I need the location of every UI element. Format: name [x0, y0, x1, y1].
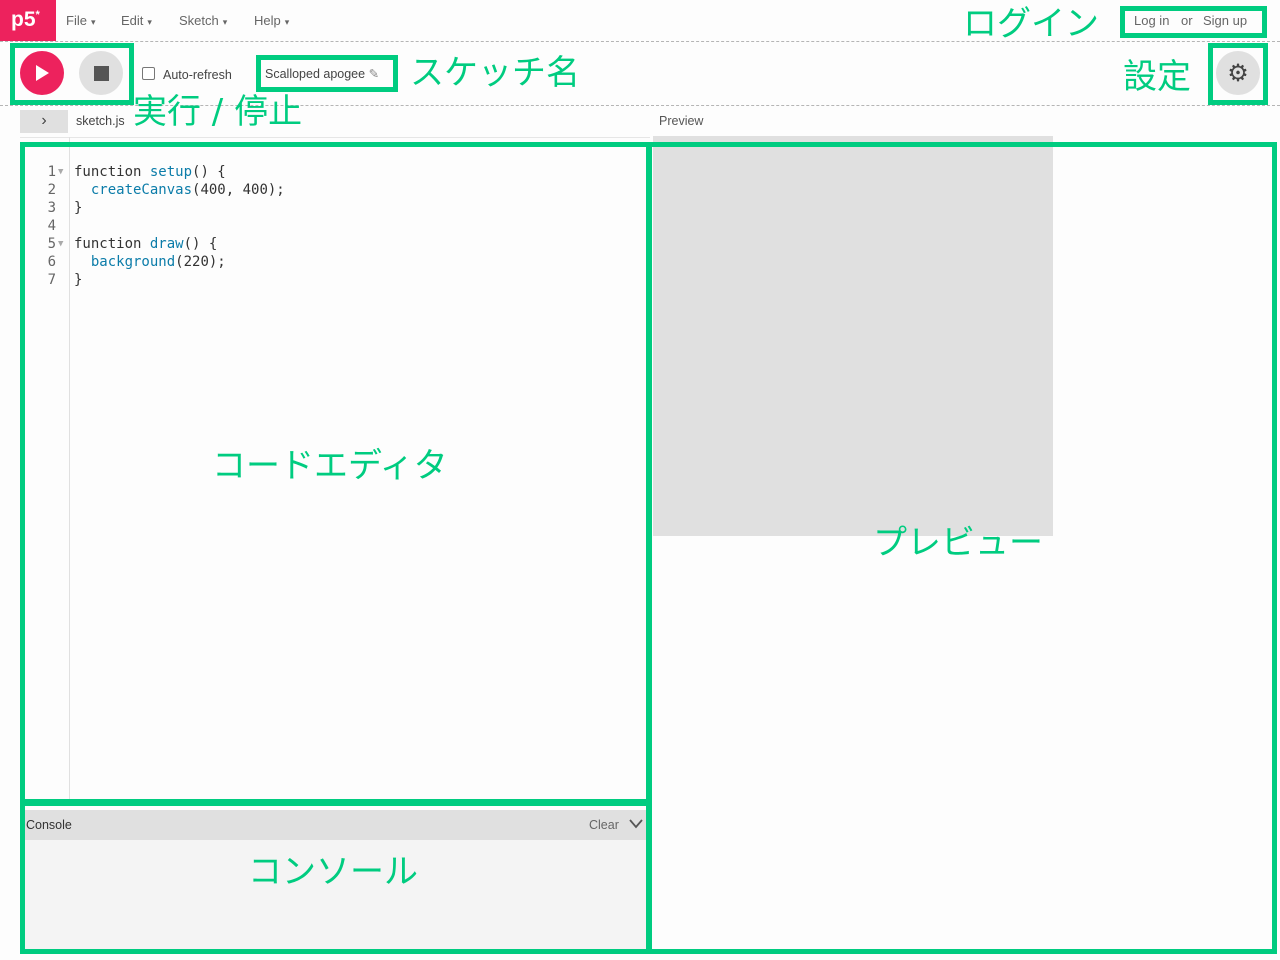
annotation-sketch-name: スケッチ名	[410, 53, 580, 93]
logo-text: p5	[11, 8, 36, 31]
menu-label: File	[66, 13, 87, 28]
menu-sketch[interactable]: Sketch ▾	[179, 13, 227, 28]
caret-down-icon: ▾	[147, 17, 152, 27]
annotation-login: ログイン	[963, 4, 1099, 44]
menu-edit[interactable]: Edit ▾	[121, 13, 152, 28]
annotation-box-sketch-name	[256, 55, 398, 92]
annotation-editor: コードエディタ	[212, 446, 448, 486]
sidebar-toggle[interactable]: ›	[20, 110, 68, 133]
tab-sketch-js[interactable]: sketch.js	[76, 114, 125, 128]
menu-help[interactable]: Help ▾	[254, 13, 289, 28]
annotation-preview: プレビュー	[873, 523, 1043, 563]
caret-down-icon: ▾	[222, 17, 228, 27]
menu-label: Edit	[121, 13, 144, 28]
p5-logo[interactable]: p5*	[0, 0, 56, 41]
annotation-box-settings	[1208, 43, 1268, 105]
auto-refresh-label: Auto-refresh	[163, 68, 232, 82]
caret-down-icon: ▾	[90, 17, 96, 27]
annotation-box-run-stop	[10, 43, 134, 105]
caret-down-icon: ▾	[284, 17, 290, 27]
annotation-run-stop: 実行 / 停止	[133, 92, 303, 132]
menu-label: Help	[254, 13, 281, 28]
preview-label: Preview	[659, 114, 704, 128]
logo-mark: *	[35, 9, 40, 21]
menu-label: Sketch	[179, 13, 219, 28]
annotation-console: コンソール	[248, 852, 418, 892]
annotation-settings: 設定	[1123, 57, 1191, 97]
menu-file[interactable]: File ▾	[66, 13, 95, 28]
annotation-box-login	[1120, 6, 1267, 38]
auto-refresh-checkbox[interactable]	[142, 67, 155, 80]
